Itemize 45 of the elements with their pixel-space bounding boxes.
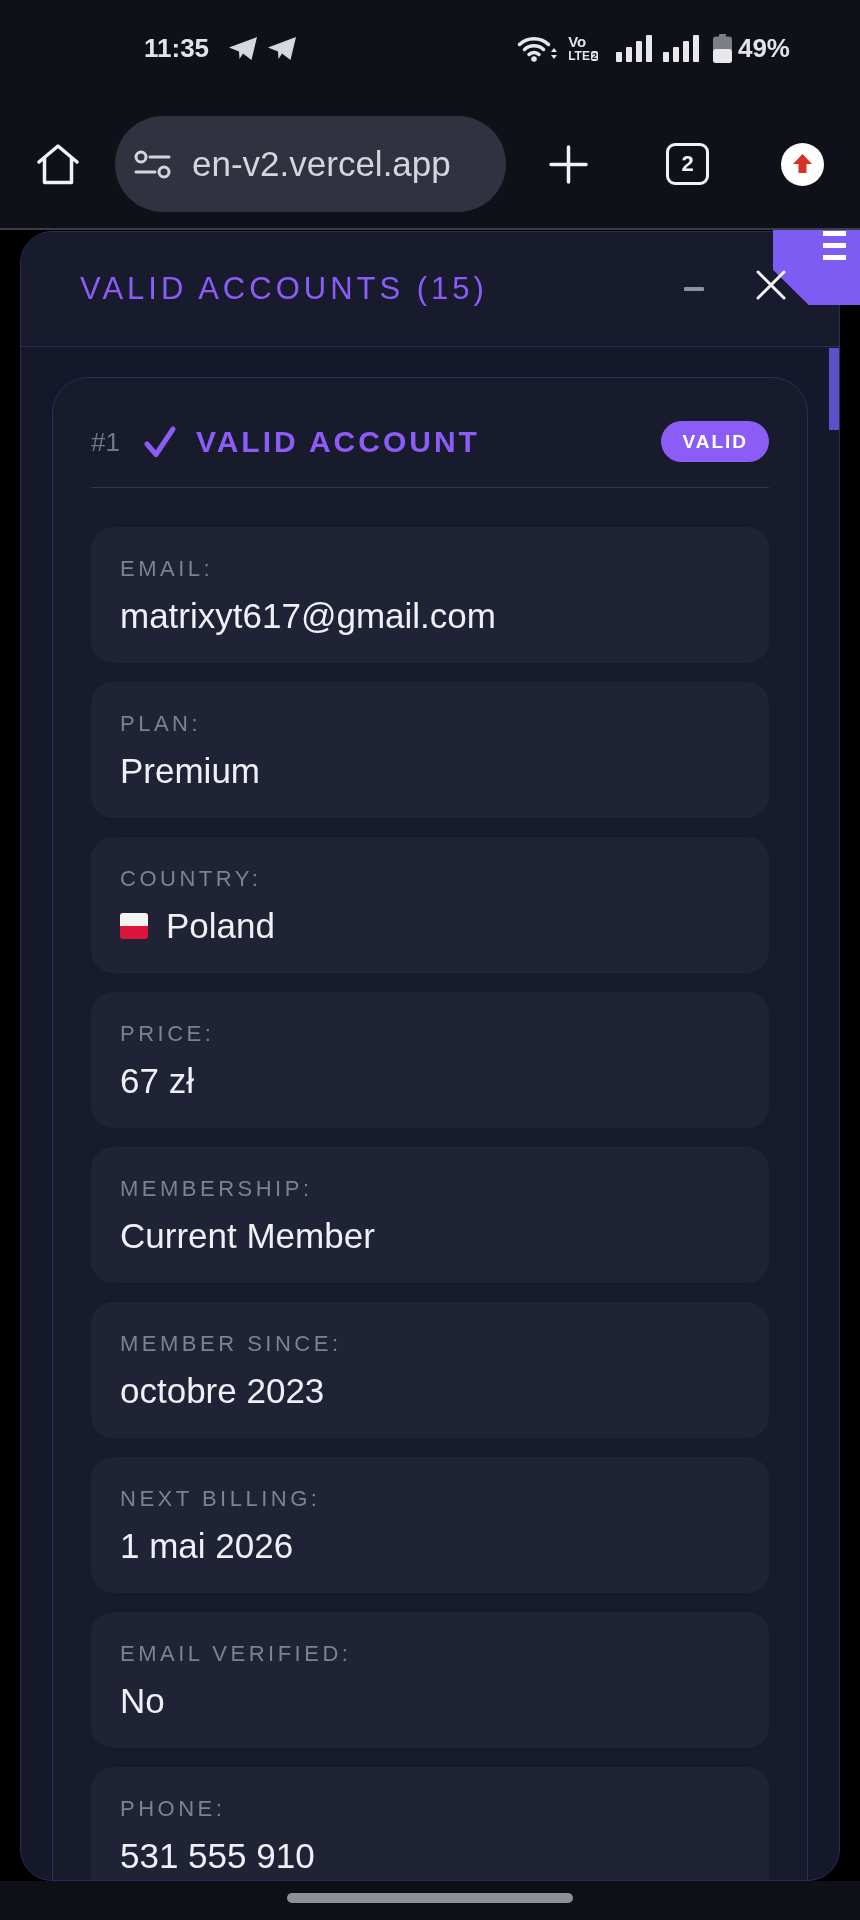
field-label: COUNTRY:	[120, 865, 263, 893]
signal-bars-icon	[615, 34, 652, 62]
field-label: EMAIL:	[120, 555, 215, 583]
field-value: octobre 2023	[120, 1370, 326, 1412]
check-icon	[143, 425, 176, 458]
field-value: 1 mai 2026	[120, 1525, 295, 1567]
signal-bars-icon	[662, 34, 699, 62]
sliders-icon[interactable]	[134, 149, 171, 179]
field-value: Poland	[166, 905, 275, 947]
field-label: PLAN:	[120, 710, 203, 738]
sim-number: 2	[590, 51, 598, 61]
clock-time: 11:35	[144, 33, 210, 63]
tab-switcher-button[interactable]: 2	[666, 143, 709, 185]
field-value: Current Member	[120, 1215, 376, 1257]
menu-icon[interactable]	[823, 231, 846, 260]
field-value: matrixyt617@gmail.com	[120, 595, 497, 637]
paper-plane-icon	[229, 36, 258, 60]
field-value: 67 zł	[120, 1060, 195, 1102]
paper-plane-icon	[268, 36, 297, 60]
scrollbar-thumb[interactable]	[829, 348, 839, 430]
status-badge: VALID	[661, 421, 769, 462]
field-label: EMAIL VERIFIED:	[120, 1640, 353, 1668]
field-value: 531 555 910	[120, 1835, 316, 1877]
field-value: Premium	[120, 750, 262, 792]
field-label: MEMBER SINCE:	[120, 1330, 343, 1358]
close-icon[interactable]	[756, 270, 786, 300]
field-value: No	[120, 1680, 166, 1722]
home-icon[interactable]	[36, 143, 80, 185]
arrow-up-icon[interactable]	[781, 142, 824, 186]
card-title: VALID ACCOUNT	[195, 423, 480, 460]
flag-icon	[120, 913, 148, 939]
battery-percent: 49%	[737, 33, 790, 63]
account-number: #1	[91, 426, 120, 457]
plus-icon[interactable]	[549, 144, 588, 184]
network-type-label: LTE	[568, 49, 590, 63]
field-label: PRICE:	[120, 1020, 216, 1048]
menu-button[interactable]	[773, 230, 860, 305]
address-bar[interactable]: en-v2.vercel.app	[115, 116, 506, 212]
field-label: PHONE:	[120, 1795, 227, 1823]
battery-icon	[712, 33, 732, 63]
volte-label: Vo	[568, 33, 587, 49]
field-label: MEMBERSHIP:	[120, 1175, 314, 1203]
field-label: NEXT BILLING:	[120, 1485, 322, 1513]
panel-title: VALID ACCOUNTS (15)	[80, 270, 488, 308]
wifi-icon	[517, 34, 558, 62]
